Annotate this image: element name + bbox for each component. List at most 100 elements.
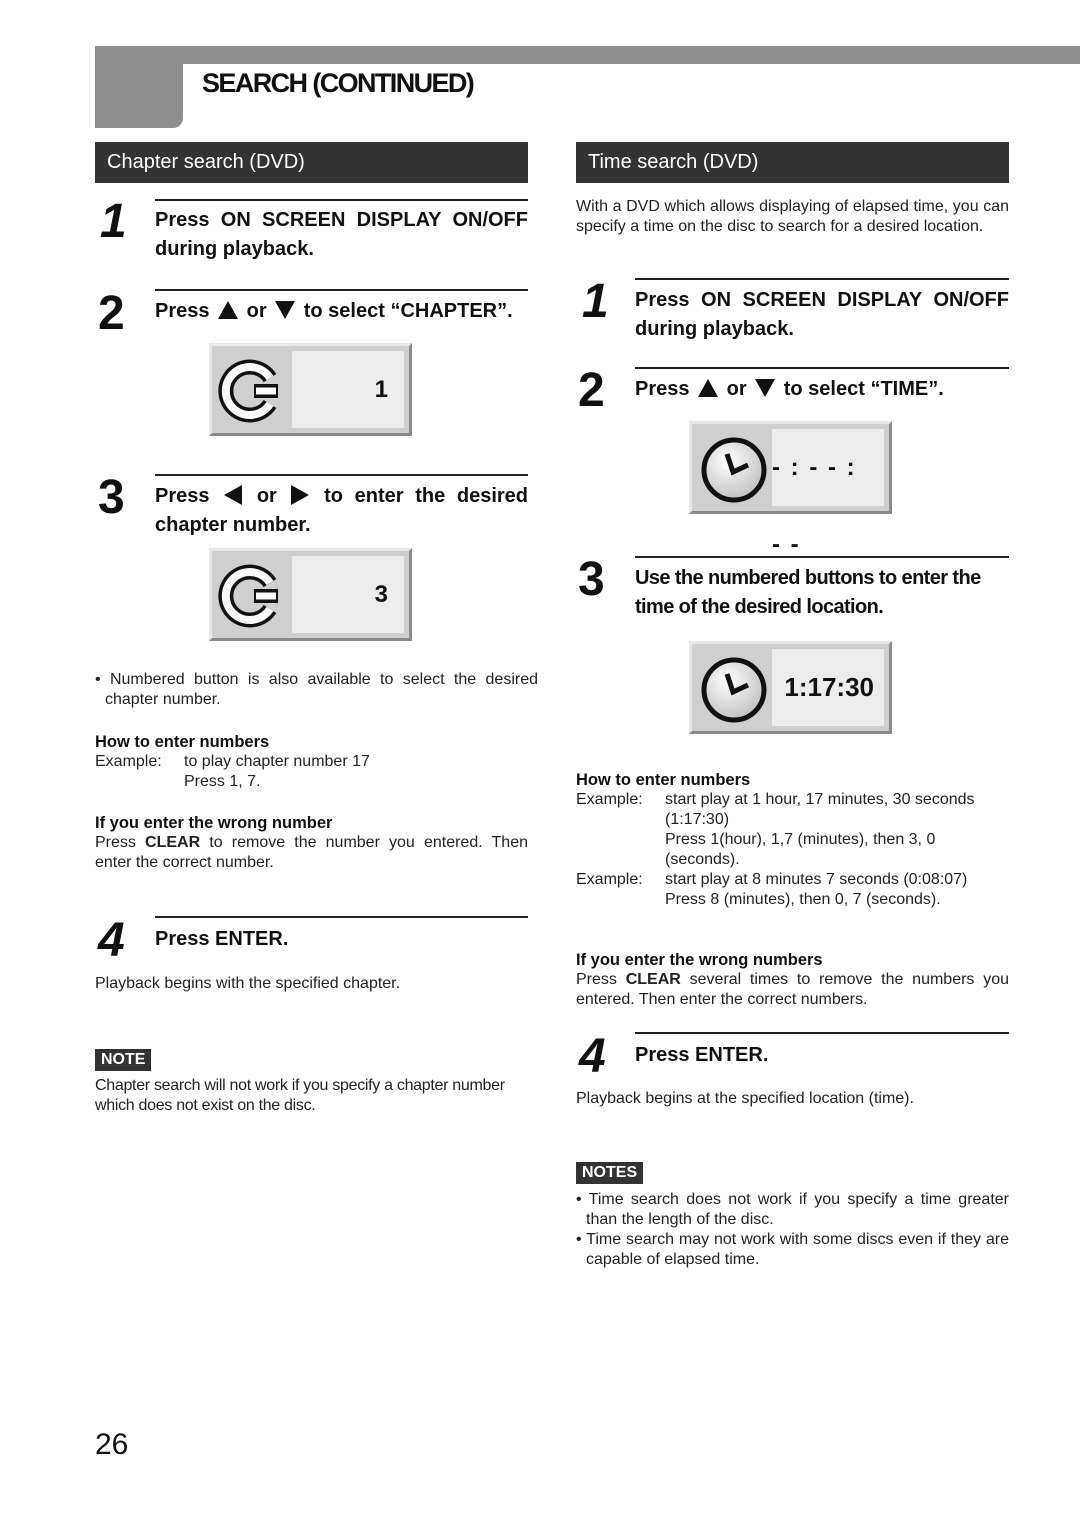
text-part: Press — [576, 971, 617, 988]
how-to-heading: How to enter numbers — [95, 733, 270, 751]
time-step-3: Use the numbered buttons to enter the ti… — [635, 564, 1009, 622]
time-search-heading: Time search (DVD) — [576, 142, 1009, 183]
step-number: 3 — [98, 471, 125, 524]
step-text-part: to enter the desired — [324, 485, 528, 507]
text-part: Press — [95, 834, 136, 851]
step-divider — [635, 1032, 1009, 1034]
step-divider — [155, 199, 528, 201]
step-number: 4 — [579, 1030, 606, 1083]
chapter-osd-display: 1 — [209, 343, 412, 436]
header-bar — [95, 46, 1080, 64]
chapter-how-to-block: How to enter numbers Example: to play ch… — [95, 732, 528, 792]
chapter-value: 3 — [374, 581, 388, 608]
step-number: 1 — [100, 195, 127, 248]
example-spacer — [95, 772, 184, 792]
chapter-icon — [218, 359, 278, 423]
right-arrow-icon — [291, 484, 310, 505]
chapter-step-3: Press or to enter the desired chapter nu… — [155, 482, 528, 540]
time-osd-display: - : - - : - - — [689, 421, 892, 558]
step-text-line: Use the numbered buttons to enter the — [635, 567, 981, 589]
time-value: - : - - : - - — [772, 454, 857, 558]
example-label: Example: — [576, 791, 643, 808]
chapter-note-text: Chapter search will not work if you spec… — [95, 1077, 505, 1114]
step-text-part: Press — [155, 300, 210, 322]
step-divider — [635, 556, 1009, 558]
example-row: Press 1, 7. — [95, 772, 528, 792]
example-text: Press 1, 7. — [184, 773, 261, 790]
left-arrow-icon — [224, 484, 243, 505]
step-text-part: to select “TIME”. — [783, 378, 944, 400]
example-row: Example: start play at 8 minutes 7 secon… — [576, 870, 1016, 910]
chapter-step-4: Press ENTER. — [155, 928, 289, 950]
step-text-part: to select “CHAPTER”. — [303, 300, 513, 322]
time-value: 1:17:30 — [784, 672, 874, 702]
step-number: 1 — [582, 275, 609, 328]
example-row: Example: start play at 1 hour, 17 minute… — [576, 790, 1016, 870]
step-divider — [635, 278, 1009, 280]
example-line: Press 8 (minutes), then 0, 7 (seconds). — [665, 891, 941, 908]
step-text-line: during playback. — [155, 238, 314, 260]
step-text-line: time of the desired location. — [635, 596, 884, 618]
note-item: • Time search may not work with some dis… — [576, 1231, 1009, 1268]
time-wrong-number-block: If you enter the wrong numbers Press CLE… — [576, 950, 1009, 1010]
step-text-part: Press — [635, 378, 690, 400]
time-how-to-block: How to enter numbers Example: start play… — [576, 770, 1016, 910]
time-osd-display: 1:17:30 — [689, 641, 892, 734]
step-text-line: during playback. — [635, 318, 794, 340]
chapter-wrong-number-block: If you enter the wrong number Press CLEA… — [95, 813, 528, 873]
step-text-part: or — [246, 300, 267, 322]
osd-value-field: 1:17:30 — [772, 649, 884, 726]
step-text-part: Press — [155, 485, 210, 507]
example-line: start play at 1 hour, 17 minutes, 30 sec… — [665, 791, 975, 808]
example-line: Press 1(hour), 1,7 (minutes), then 3, 0 — [665, 831, 936, 848]
time-result-text: Playback begins at the specified locatio… — [576, 1090, 914, 1107]
example-label: Example: — [576, 871, 643, 888]
wrong-number-text: Press CLEAR several times to remove the … — [576, 970, 1009, 1010]
example-line: start play at 8 minutes 7 seconds (0:08:… — [665, 871, 968, 888]
clock-icon — [701, 657, 767, 723]
chapter-result-text: Playback begins with the specified chapt… — [95, 975, 401, 992]
chapter-step-2: Press or to select “CHAPTER”. — [155, 297, 535, 326]
clock-icon — [701, 437, 767, 503]
clear-key-label: CLEAR — [145, 834, 201, 851]
step-number: 2 — [578, 364, 605, 417]
step-divider — [155, 474, 528, 476]
chapter-icon — [218, 564, 278, 628]
wrong-number-heading: If you enter the wrong numbers — [576, 951, 823, 969]
down-arrow-icon — [755, 378, 776, 397]
example-line: (seconds). — [665, 851, 740, 868]
time-search-intro: With a DVD which allows displaying of el… — [576, 198, 1009, 235]
example-label: Example: — [95, 753, 162, 770]
chapter-bullet-note: • Numbered button is also available to s… — [95, 671, 538, 708]
note-badge: NOTE — [95, 1049, 152, 1071]
step-text-line: Press or to enter the desired — [155, 482, 528, 511]
page-number: 26 — [95, 1428, 129, 1461]
chapter-search-heading: Chapter search (DVD) — [95, 142, 528, 183]
note-item: • Time search does not work if you speci… — [576, 1191, 1009, 1228]
how-to-heading: How to enter numbers — [576, 771, 751, 789]
example-text: start play at 8 minutes 7 seconds (0:08:… — [665, 870, 967, 910]
step-number: 4 — [98, 914, 125, 967]
osd-value-field: - : - - : - - — [772, 429, 884, 558]
step-text-part: or — [256, 485, 277, 507]
step-text-line: Press ON SCREEN DISPLAY ON/OFF — [635, 289, 1009, 311]
up-arrow-icon — [698, 378, 719, 397]
chapter-value: 1 — [374, 376, 388, 403]
header-tab — [95, 46, 183, 128]
osd-value-field: 3 — [292, 556, 404, 633]
example-line: (1:17:30) — [665, 811, 730, 828]
step-text-line: Press ON SCREEN DISPLAY ON/OFF — [155, 209, 528, 231]
page-title: SEARCH (CONTINUED) — [202, 68, 475, 98]
up-arrow-icon — [218, 300, 239, 319]
chapter-osd-display: 3 — [209, 548, 412, 641]
time-step-4: Press ENTER. — [635, 1044, 769, 1066]
time-step-1: Press ON SCREEN DISPLAY ON/OFF during pl… — [635, 286, 1009, 344]
step-divider — [155, 916, 528, 918]
osd-value-field: 1 — [292, 351, 404, 428]
notes-badge: NOTES — [576, 1162, 644, 1184]
step-divider — [155, 289, 528, 291]
step-divider — [635, 367, 1009, 369]
time-step-2: Press or to select “TIME”. — [635, 375, 1015, 404]
step-number: 2 — [98, 287, 125, 340]
down-arrow-icon — [275, 300, 296, 319]
